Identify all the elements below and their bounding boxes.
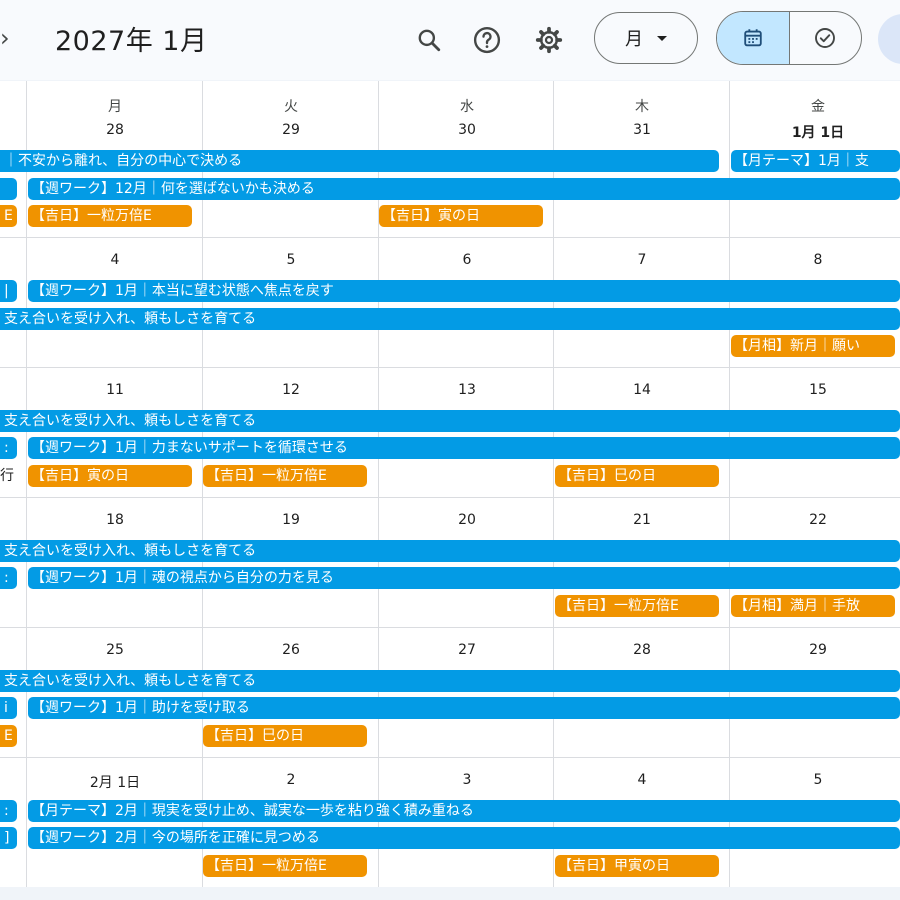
check-circle-icon [815, 28, 836, 48]
settings-button[interactable] [531, 22, 567, 58]
event-chip[interactable]: i [0, 697, 17, 719]
day-number[interactable]: 3 [379, 772, 555, 788]
search-button[interactable] [411, 22, 447, 58]
event-chip[interactable]: 支え合いを受け入れ、頼もしさを育てる [0, 410, 900, 432]
search-icon [418, 29, 441, 52]
event-chip[interactable]: 【吉日】一粒万倍E [203, 855, 367, 877]
tasks-view-button[interactable] [790, 12, 862, 64]
weekday-label: 月 [108, 99, 122, 115]
app-switcher [716, 11, 862, 65]
event-chip[interactable]: E [0, 205, 17, 227]
day-number[interactable]: 2 [203, 772, 379, 788]
event-chip[interactable]: : [0, 437, 17, 459]
event-chip[interactable]: : [0, 567, 17, 589]
event-chip[interactable]: 支え合いを受け入れ、頼もしさを育てる [0, 540, 900, 562]
event-chip[interactable]: E [0, 725, 17, 747]
day-number[interactable]: 21 [554, 512, 730, 528]
day-number[interactable]: 4 [554, 772, 730, 788]
bottom-margin [0, 887, 900, 900]
calendar-view-button[interactable] [717, 12, 790, 64]
page-title: 2027年 1月 [55, 26, 208, 57]
day-number[interactable]: 6 [379, 252, 555, 268]
top-bar: › 2027年 1月 月 [0, 0, 900, 80]
day-number[interactable]: 22 [730, 512, 900, 528]
event-chip[interactable]: 【週ワーク】1月｜本当に望む状態へ焦点を戻す [28, 280, 900, 302]
month-grid: 月 火 水 木 金 28 29 30 31 1月 1日 ｜不安から離れ、自分の中… [0, 81, 900, 887]
help-button[interactable] [469, 22, 505, 58]
day-number[interactable]: 14 [554, 382, 730, 398]
view-selector-dropdown[interactable]: 月 [594, 12, 698, 64]
weekday-label: 木 [635, 99, 649, 115]
event-chip[interactable]: 【吉日】一粒万倍E [555, 595, 719, 617]
day-number[interactable]: 29 [203, 122, 379, 138]
weekday-label: 金 [811, 99, 825, 115]
day-number[interactable]: 31 [554, 122, 730, 138]
grid-line [729, 81, 730, 887]
event-chip[interactable]: : [0, 800, 17, 822]
weekday-label: 火 [284, 99, 298, 115]
day-number[interactable]: 26 [203, 642, 379, 658]
gear-icon [535, 26, 563, 54]
day-number[interactable]: 30 [379, 122, 555, 138]
day-number[interactable]: 13 [379, 382, 555, 398]
event-chip[interactable]: 【月テーマ】1月｜支 [731, 150, 900, 172]
event-chip[interactable]: 【吉日】寅の日 [379, 205, 543, 227]
event-text[interactable]: 行 [0, 465, 20, 485]
day-number[interactable]: 27 [379, 642, 555, 658]
day-number[interactable]: 20 [379, 512, 555, 528]
event-chip[interactable]: 支え合いを受け入れ、頼もしさを育てる [0, 308, 900, 330]
chevron-down-icon [657, 35, 667, 41]
day-number[interactable]: 12 [203, 382, 379, 398]
calendar-icon [744, 29, 762, 47]
day-number[interactable]: 1月 1日 [730, 122, 900, 142]
event-chip[interactable]: 支え合いを受け入れ、頼もしさを育てる [0, 670, 900, 692]
event-chip[interactable]: 【月相】新月｜願い [731, 335, 895, 357]
day-number[interactable]: 18 [27, 512, 203, 528]
day-number[interactable]: 7 [554, 252, 730, 268]
event-chip[interactable]: 【週ワーク】1月｜魂の視点から自分の力を見る [28, 567, 900, 589]
event-chip[interactable]: ] [0, 827, 17, 849]
event-chip[interactable]: 【吉日】甲寅の日 [555, 855, 719, 877]
grid-line [378, 81, 379, 887]
event-chip[interactable]: 【吉日】一粒万倍E [28, 205, 192, 227]
event-chip[interactable]: 【週ワーク】1月｜力まないサポートを循環させる [28, 437, 900, 459]
grid-line [0, 237, 900, 238]
day-number[interactable]: 15 [730, 382, 900, 398]
grid-line [0, 367, 900, 368]
grid-line [0, 497, 900, 498]
day-number[interactable]: 8 [730, 252, 900, 268]
event-chip[interactable] [0, 178, 17, 200]
grid-line [553, 81, 554, 887]
event-chip[interactable]: 【週ワーク】2月｜今の場所を正確に見つめる [28, 827, 900, 849]
day-number[interactable]: 2月 1日 [27, 772, 203, 792]
event-chip[interactable]: 【吉日】一粒万倍E [203, 465, 367, 487]
next-month-button[interactable]: › [0, 24, 10, 52]
event-chip[interactable]: 【月相】満月｜手放 [731, 595, 895, 617]
event-chip[interactable]: 【吉日】寅の日 [28, 465, 192, 487]
event-chip[interactable]: 【週ワーク】1月｜助けを受け取る [28, 697, 900, 719]
day-number[interactable]: 4 [27, 252, 203, 268]
day-number[interactable]: 11 [27, 382, 203, 398]
weekday-label: 水 [460, 99, 474, 115]
grid-line [0, 757, 900, 758]
day-number[interactable]: 28 [27, 122, 203, 138]
day-number[interactable]: 19 [203, 512, 379, 528]
day-number[interactable]: 5 [203, 252, 379, 268]
day-number[interactable]: 25 [27, 642, 203, 658]
day-number[interactable]: 28 [554, 642, 730, 658]
event-chip[interactable]: 【吉日】巳の日 [555, 465, 719, 487]
event-chip[interactable]: | [0, 280, 17, 302]
view-selector-label: 月 [625, 29, 643, 50]
day-number[interactable]: 5 [730, 772, 900, 788]
event-chip[interactable]: 【週ワーク】12月｜何を選ばないかも決める [28, 178, 900, 200]
grid-line [0, 627, 900, 628]
event-chip[interactable]: 【吉日】巳の日 [203, 725, 367, 747]
event-chip[interactable]: 【月テーマ】2月｜現実を受け止め、誠実な一歩を粘り強く積み重ねる [28, 800, 900, 822]
help-icon [473, 26, 501, 54]
avatar[interactable] [878, 14, 900, 64]
grid-line [26, 81, 27, 887]
day-number[interactable]: 29 [730, 642, 900, 658]
event-chip[interactable]: ｜不安から離れ、自分の中心で決める [0, 150, 719, 172]
